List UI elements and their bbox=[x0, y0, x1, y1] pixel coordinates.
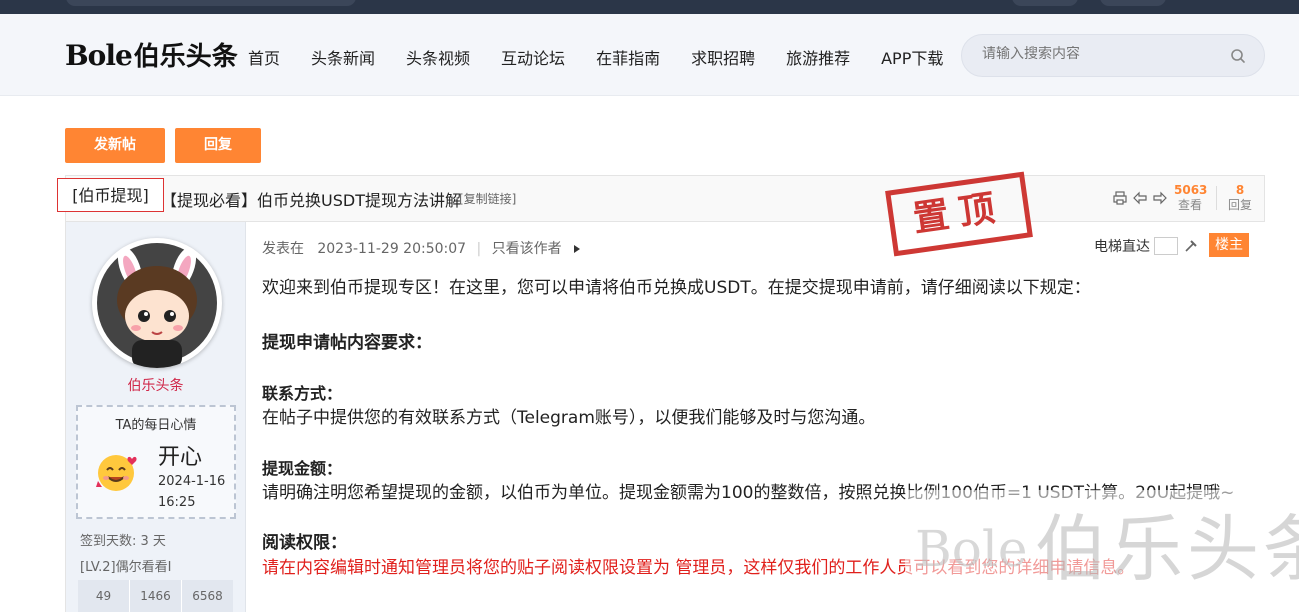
print-icon[interactable] bbox=[1112, 190, 1128, 206]
new-post-button[interactable]: 发新帖 bbox=[65, 128, 165, 163]
play-triangle-icon bbox=[574, 245, 581, 253]
thread-category[interactable]: [伯币提现] bbox=[57, 178, 164, 212]
section-title: 提现申请帖内容要求： bbox=[262, 333, 432, 353]
nav-item-video[interactable]: 头条视频 bbox=[406, 45, 470, 69]
logo-cn: 伯乐头条 bbox=[133, 42, 238, 72]
stat-divider bbox=[1216, 186, 1217, 210]
main-nav: 首页 头条新闻 头条视频 互动论坛 在菲指南 求职招聘 旅游推荐 APP下载 bbox=[248, 45, 974, 69]
mood-date-time: 16:25 bbox=[158, 495, 196, 510]
user-level[interactable]: [LV.2]偶尔看看I bbox=[80, 556, 171, 575]
floor-tag: 楼主 bbox=[1209, 233, 1249, 257]
daily-mood-box: TA的每日心情 开心 2024-1-16 16:25 bbox=[76, 405, 236, 519]
meta-separator: | bbox=[476, 241, 482, 257]
posted-time: 2023-11-29 20:50:07 bbox=[317, 241, 467, 257]
author-stats: 49 1466 6568 bbox=[78, 580, 233, 612]
top-strip-pill bbox=[66, 0, 356, 6]
top-strip bbox=[0, 0, 1299, 14]
view-count: 5063 查看 bbox=[1174, 183, 1208, 213]
author-stat-points[interactable]: 6568 bbox=[182, 580, 233, 612]
nav-item-app[interactable]: APP下载 bbox=[881, 45, 943, 69]
search-icon[interactable] bbox=[1230, 48, 1246, 64]
reply-count: 8 回复 bbox=[1225, 183, 1255, 213]
site-logo[interactable]: Bole伯乐头条 bbox=[65, 36, 238, 73]
watermark: Bole 伯乐头条 bbox=[905, 490, 1299, 612]
only-author-link[interactable]: 只看该作者 bbox=[492, 241, 562, 257]
thread-tools bbox=[1112, 190, 1168, 206]
mood-word: 开心 bbox=[158, 445, 203, 470]
nav-item-travel[interactable]: 旅游推荐 bbox=[786, 45, 850, 69]
reply-button[interactable]: 回复 bbox=[175, 128, 261, 163]
floor-jump-label: 电梯直达 bbox=[1094, 239, 1150, 255]
nav-item-news[interactable]: 头条新闻 bbox=[311, 45, 375, 69]
watermark-logo-en: Bole bbox=[915, 520, 1028, 578]
section-title: 联系方式： bbox=[262, 384, 343, 403]
floor-jump-input[interactable] bbox=[1154, 237, 1178, 255]
top-strip-pill bbox=[1100, 0, 1166, 6]
prev-thread-icon[interactable] bbox=[1132, 190, 1148, 206]
mood-date: 2024-1-16 16:25 bbox=[158, 471, 225, 513]
logo-en: Bole bbox=[65, 39, 133, 72]
thread-title: 【提现必看】伯币兑换USDT提现方法讲解 bbox=[161, 191, 461, 210]
happy-face-icon bbox=[96, 455, 137, 491]
author-name[interactable]: 伯乐头条 bbox=[65, 375, 246, 395]
section-title: 提现金额： bbox=[262, 459, 343, 478]
top-strip-pill bbox=[1012, 0, 1078, 6]
nav-item-forum[interactable]: 互动论坛 bbox=[501, 45, 565, 69]
copy-link-button[interactable]: [复制链接] bbox=[459, 190, 516, 207]
nav-item-guide[interactable]: 在菲指南 bbox=[596, 45, 660, 69]
site-header: Bole伯乐头条 首页 头条新闻 头条视频 互动论坛 在菲指南 求职招聘 旅游推… bbox=[0, 14, 1299, 96]
post-meta: 发表在 2023-11-29 20:50:07 | 只看该作者 bbox=[262, 238, 581, 258]
author-stat-threads[interactable]: 49 bbox=[78, 580, 130, 612]
mood-date-day: 2024-1-16 bbox=[158, 474, 226, 489]
next-thread-icon[interactable] bbox=[1152, 190, 1168, 206]
author-avatar[interactable] bbox=[92, 238, 222, 368]
nav-item-home[interactable]: 首页 bbox=[248, 45, 280, 69]
section-text: 在帖子中提供您的有效联系方式（Telegram账号），以便我们能够及时与您沟通。 bbox=[262, 408, 876, 428]
avatar-image bbox=[97, 243, 217, 368]
reply-count-label: 回复 bbox=[1227, 198, 1252, 212]
watermark-logo-cn: 伯乐头条 bbox=[1035, 507, 1299, 591]
sign-in-days: 签到天数: 3 天 bbox=[80, 534, 166, 549]
view-count-num: 5063 bbox=[1174, 183, 1208, 197]
reply-count-num: 8 bbox=[1235, 183, 1245, 197]
author-stat-posts[interactable]: 1466 bbox=[130, 580, 182, 612]
view-count-label: 查看 bbox=[1177, 198, 1202, 212]
mood-title: TA的每日心情 bbox=[115, 418, 197, 433]
floor-go-icon[interactable] bbox=[1183, 238, 1199, 254]
posted-label: 发表在 bbox=[262, 241, 304, 257]
search-box bbox=[961, 34, 1265, 77]
nav-item-jobs[interactable]: 求职招聘 bbox=[691, 45, 755, 69]
post-intro: 欢迎来到伯币提现专区！在这里，您可以申请将伯币兑换成USDT。在提交提现申请前，… bbox=[262, 278, 1091, 298]
search-input[interactable] bbox=[982, 46, 1222, 62]
